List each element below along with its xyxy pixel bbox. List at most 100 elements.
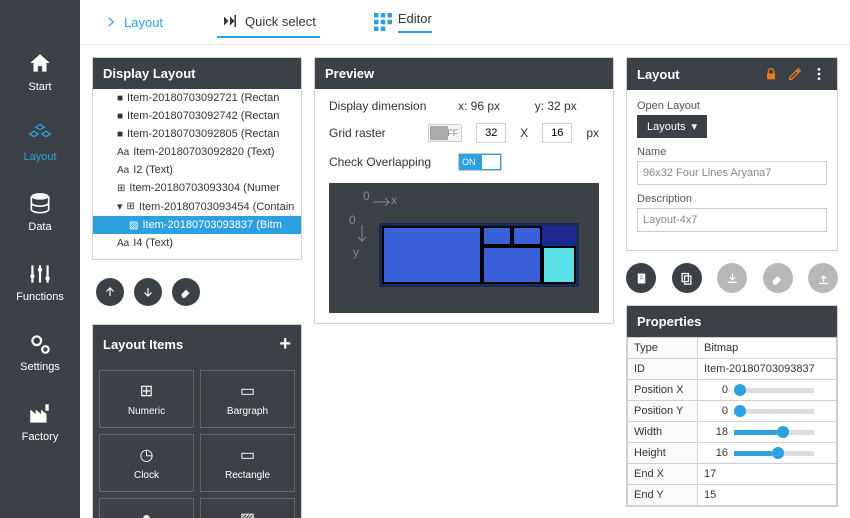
dim-x: x: 96 px	[458, 99, 500, 113]
move-up-button[interactable]	[96, 278, 124, 306]
sidebar-item-label: Functions	[16, 291, 64, 303]
sliders-icon	[27, 261, 53, 287]
prop-row: TypeBitmap	[628, 338, 837, 359]
sidebar: Start Layout Data Functions Settings Fac…	[0, 0, 80, 518]
layout-desc-input[interactable]	[637, 208, 827, 232]
tree-item[interactable]: ■ Item-20180703092805 (Rectan	[93, 125, 301, 143]
prop-key: End X	[628, 464, 698, 485]
prop-slider[interactable]	[734, 430, 814, 435]
edit-icon[interactable]	[787, 66, 803, 82]
prop-val[interactable]: 15	[698, 485, 837, 506]
name-label: Name	[637, 146, 827, 158]
dim-y: y: 32 px	[535, 99, 577, 113]
sidebar-item-label: Start	[28, 81, 51, 93]
panel-title: Properties	[637, 314, 701, 329]
prop-key: ID	[628, 359, 698, 380]
tree-item[interactable]: ■ Item-20180703092742 (Rectan	[93, 107, 301, 125]
download-button[interactable]	[717, 263, 747, 293]
tree-item[interactable]: ▾ ⊞ Item-20180703093454 (Contain	[93, 197, 301, 216]
layout-item-rectangle[interactable]: ▭Rectangle	[200, 434, 295, 492]
erase-button[interactable]	[172, 278, 200, 306]
chevron-down-icon: ▾	[692, 120, 698, 133]
layout-item-bargraph[interactable]: ▭Bargraph	[200, 370, 295, 428]
display-layout-panel: Display Layout ■ Item-20180703092721 (Re…	[92, 57, 302, 260]
tree-item[interactable]: Aa I2 (Text)	[93, 161, 301, 179]
sidebar-item-data[interactable]: Data	[0, 185, 80, 239]
tree-item[interactable]: ⊞ Item-20180703093304 (Numer	[93, 179, 301, 197]
prop-val[interactable]: Bitmap	[698, 338, 837, 359]
prop-row: Height16	[628, 443, 837, 464]
panel-title: Preview	[325, 66, 374, 81]
prop-val[interactable]: Item-20180703093837	[698, 359, 837, 380]
prop-row: Position Y0	[628, 401, 837, 422]
sidebar-item-settings[interactable]: Settings	[0, 325, 80, 379]
prop-key: Type	[628, 338, 698, 359]
overlap-toggle[interactable]: ON	[458, 153, 502, 171]
desc-label: Description	[637, 193, 827, 205]
move-down-button[interactable]	[134, 278, 162, 306]
open-layout-label: Open Layout	[637, 100, 827, 112]
factory-icon	[27, 401, 53, 427]
sidebar-item-layout[interactable]: Layout	[0, 115, 80, 169]
sidebar-item-factory[interactable]: Factory	[0, 395, 80, 449]
prop-slider[interactable]	[734, 451, 814, 456]
grid-w-input[interactable]	[476, 123, 506, 143]
prop-val[interactable]: 17	[698, 464, 837, 485]
prop-row: IDItem-20180703093837	[628, 359, 837, 380]
grid-icon	[374, 13, 392, 31]
new-button[interactable]	[626, 263, 656, 293]
prop-slider[interactable]	[734, 409, 814, 414]
layout-panel: Layout Open Layout Layouts ▾ Name Descri…	[626, 57, 838, 251]
grid-label: Grid raster	[329, 126, 414, 140]
copy-button[interactable]	[672, 263, 702, 293]
layout-item-circle[interactable]: ●Circle	[99, 498, 194, 518]
tree-item[interactable]: ▨ Item-20180703093837 (Bitm	[93, 216, 301, 234]
layout-item-bitmap[interactable]: ▨Bitmap	[200, 498, 295, 518]
prop-val[interactable]: 0	[698, 401, 837, 422]
prop-key: Height	[628, 443, 698, 464]
dim-label: Display dimension	[329, 99, 444, 113]
layout-name-input[interactable]	[637, 161, 827, 185]
prop-slider[interactable]	[734, 388, 814, 393]
panel-title: Display Layout	[103, 66, 195, 81]
top-tab-editor[interactable]: Editor	[370, 5, 436, 39]
prop-row: End Y15	[628, 485, 837, 506]
sidebar-item-start[interactable]: Start	[0, 45, 80, 99]
sidebar-item-functions[interactable]: Functions	[0, 255, 80, 309]
upload-button[interactable]	[808, 263, 838, 293]
layout-item-clock[interactable]: ◷Clock	[99, 434, 194, 492]
cubes-icon	[27, 121, 53, 147]
layout-item-numeric[interactable]: ⊞Numeric	[99, 370, 194, 428]
sidebar-item-label: Data	[28, 221, 51, 233]
prop-row: Width18	[628, 422, 837, 443]
erase-button-2[interactable]	[763, 263, 793, 293]
lock-icon[interactable]	[763, 66, 779, 82]
grid-toggle[interactable]: OFF	[428, 124, 463, 142]
prop-key: Width	[628, 422, 698, 443]
sidebar-item-label: Layout	[23, 151, 56, 163]
layout-tree[interactable]: ■ Item-20180703092721 (Rectan■ Item-2018…	[93, 89, 301, 259]
grid-h-input[interactable]	[542, 123, 572, 143]
top-tab-editor-label: Editor	[398, 11, 432, 33]
panel-title: Layout	[637, 67, 680, 82]
tree-item[interactable]: ■ Item-20180703092721 (Rectan	[93, 89, 301, 107]
top-tab-layout[interactable]: Layout	[100, 9, 167, 36]
display-preview[interactable]	[379, 223, 579, 287]
properties-panel: Properties TypeBitmapIDItem-201807030938…	[626, 305, 838, 507]
prop-val[interactable]: 0	[698, 380, 837, 401]
preview-panel: Preview Display dimension x: 96 px y: 32 …	[314, 57, 614, 324]
prop-val[interactable]: 16	[698, 443, 837, 464]
prop-val[interactable]: 18	[698, 422, 837, 443]
prop-row: Position X0	[628, 380, 837, 401]
add-item-button[interactable]: +	[279, 333, 291, 356]
menu-icon[interactable]	[811, 66, 827, 82]
prop-key: Position X	[628, 380, 698, 401]
database-icon	[27, 191, 53, 217]
top-tab-quickselect[interactable]: Quick select	[217, 6, 320, 38]
preview-canvas: 0 x 0 y	[329, 183, 599, 313]
panel-title: Layout Items	[103, 337, 183, 352]
layouts-dropdown[interactable]: Layouts ▾	[637, 115, 707, 138]
tree-item[interactable]: Aa I4 (Text)	[93, 234, 301, 252]
sidebar-item-label: Settings	[20, 361, 60, 373]
tree-item[interactable]: Aa Item-20180703092820 (Text)	[93, 143, 301, 161]
